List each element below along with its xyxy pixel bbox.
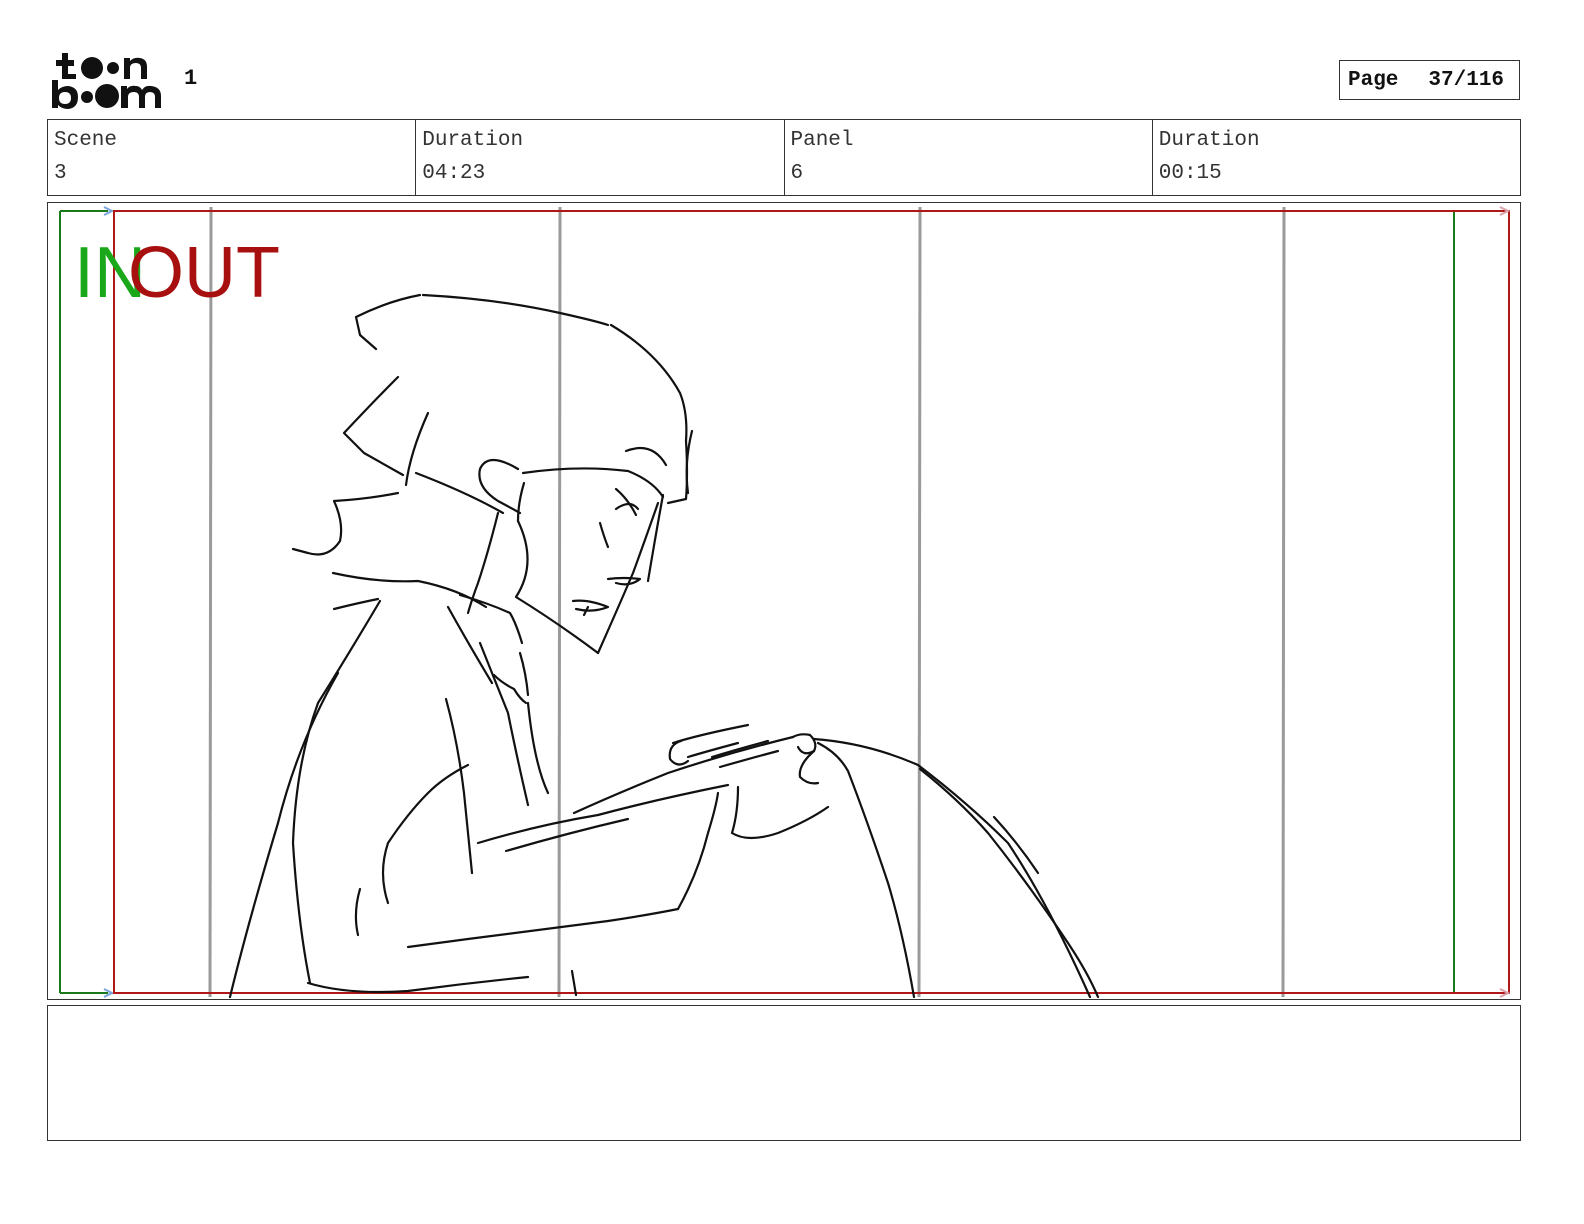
- storyboard-panel: IN OUT: [47, 202, 1521, 1000]
- guide-line: [1281, 206, 1286, 998]
- scene-label: Scene: [54, 129, 118, 152]
- page-indicator: Page 37/116: [1339, 60, 1520, 100]
- panel-cell: Panel 6: [785, 120, 1153, 195]
- guide-line: [208, 206, 213, 998]
- panel-duration-cell: Duration 00:15: [1153, 120, 1520, 195]
- toon-boom-logo: [50, 50, 168, 112]
- out-label: OUT: [128, 233, 280, 313]
- scene-duration-label: Duration: [422, 129, 524, 152]
- page-value: 37/116: [1428, 68, 1505, 92]
- panel-canvas: IN OUT: [59, 206, 1511, 999]
- scene-value: 3: [54, 162, 67, 185]
- panel-duration-value: 00:15: [1158, 162, 1222, 185]
- scene-info-table: Scene 3 Duration 04:23 Panel 6 Duration …: [47, 119, 1521, 196]
- panel-notes-box: [47, 1005, 1521, 1141]
- guide-line: [557, 206, 562, 998]
- scene-cell: Scene 3: [48, 120, 417, 195]
- vertical-guides: [208, 206, 1286, 998]
- sequence-number: 1: [184, 66, 198, 91]
- panel-duration-label: Duration: [1158, 129, 1260, 152]
- scene-duration-value: 04:23: [422, 162, 486, 185]
- out-frame: [113, 210, 1510, 994]
- character-sketch: [228, 293, 1100, 999]
- scene-duration-cell: Duration 04:23: [416, 120, 785, 195]
- panel-label: Panel: [790, 129, 854, 152]
- page-label: Page: [1348, 68, 1399, 92]
- guide-line: [917, 206, 922, 998]
- in-frame: [59, 206, 1455, 998]
- panel-value: 6: [790, 162, 804, 185]
